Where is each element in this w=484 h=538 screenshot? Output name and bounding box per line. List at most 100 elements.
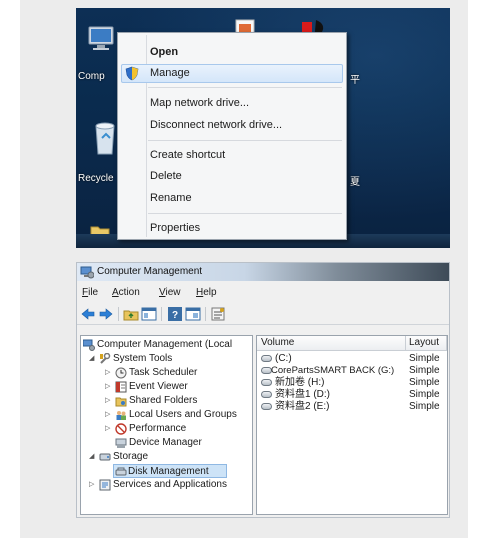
forward-arrow-icon[interactable]	[98, 306, 114, 322]
menu-item-manage[interactable]: Manage	[150, 64, 190, 82]
tree-item-shared-folders[interactable]: ▷ Shared Folders	[83, 394, 243, 408]
table-row[interactable]: (C:) Simple	[257, 353, 447, 365]
tree-item-device-manager[interactable]: Device Manager	[83, 436, 243, 450]
column-header-layout[interactable]: Layout	[409, 337, 439, 348]
menu-action[interactable]: Action	[112, 287, 140, 298]
tree-item-storage[interactable]: ◢ Storage	[83, 450, 243, 464]
back-arrow-icon[interactable]	[80, 306, 96, 322]
drive-icon	[261, 391, 272, 398]
volume-name: 资料盘1 (D:)	[275, 389, 330, 400]
tree-item-services-and-applications[interactable]: ▷ Services and Applications	[83, 478, 252, 492]
storage-icon	[99, 451, 111, 463]
tree-item-task-scheduler[interactable]: ▷ Task Scheduler	[83, 366, 243, 380]
tree-item-performance[interactable]: ▷ Performance	[83, 422, 243, 436]
tree-item-label: Task Scheduler	[129, 367, 198, 378]
menu-item-rename[interactable]: Rename	[150, 189, 192, 207]
window-title: Computer Management	[97, 266, 203, 277]
collapsed-arrow-icon[interactable]: ▷	[105, 394, 110, 408]
help-icon[interactable]: ?	[167, 306, 183, 322]
menu-item-disconnect-network-drive[interactable]: Disconnect network drive...	[150, 116, 282, 134]
menu-item-delete[interactable]: Delete	[150, 167, 182, 185]
menu-help[interactable]: Help	[196, 287, 217, 298]
performance-icon	[115, 423, 127, 435]
menu-view[interactable]: View	[159, 287, 181, 298]
menu-item-create-shortcut[interactable]: Create shortcut	[150, 146, 225, 164]
users-icon	[115, 409, 127, 421]
expanded-arrow-icon[interactable]: ◢	[89, 352, 94, 366]
console-tree: Computer Management (Local ◢ System Tool…	[80, 335, 253, 515]
menu-bar: File Action View Help	[77, 285, 449, 301]
tree-item-event-viewer[interactable]: ▷ Event Viewer	[83, 380, 243, 394]
volume-layout: Simple	[409, 377, 440, 388]
table-row[interactable]: 资料盘1 (D:) Simple	[257, 389, 447, 401]
collapsed-arrow-icon[interactable]: ▷	[89, 478, 94, 492]
up-folder-icon[interactable]	[123, 306, 139, 322]
computer-icon[interactable]	[86, 24, 116, 58]
collapsed-arrow-icon[interactable]: ▷	[105, 422, 110, 436]
toolbar-separator	[118, 307, 119, 321]
column-divider[interactable]	[446, 336, 447, 351]
table-row[interactable]: CorePartsSMART BACK (G:) Simple	[257, 365, 447, 377]
menu-label: ction	[118, 287, 140, 298]
volume-layout: Simple	[409, 401, 440, 412]
computer-management-icon	[82, 339, 95, 351]
collapsed-arrow-icon[interactable]: ▷	[105, 366, 110, 380]
menu-label: iew	[165, 287, 181, 298]
volume-name: CorePartsSMART BACK (G:)	[271, 365, 395, 376]
menu-label: ile	[88, 287, 99, 298]
tree-item-label: Disk Management	[128, 466, 209, 477]
menu-item-open[interactable]: Open	[150, 43, 178, 61]
tree-item-label: Computer Management (Local	[97, 339, 233, 350]
expanded-arrow-icon[interactable]: ◢	[89, 450, 94, 464]
services-icon	[99, 479, 111, 491]
tree-item-disk-management[interactable]: Disk Management	[113, 464, 227, 478]
tools-icon	[99, 352, 111, 365]
properties-icon[interactable]	[210, 306, 226, 322]
tree-item-label: Storage	[113, 451, 149, 462]
tree-item-label: Device Manager	[129, 437, 202, 448]
tree-item-local-users-and-groups[interactable]: ▷ Local Users and Groups	[83, 408, 252, 422]
desktop-icon-label: Recycle	[78, 173, 114, 184]
volume-name: 资料盘2 (E:)	[275, 401, 330, 412]
volume-list: Volume Layout (C:) Simple CorePartsSMART…	[256, 335, 448, 515]
table-row[interactable]: 新加卷 (H:) Simple	[257, 377, 447, 389]
recycle-bin-icon[interactable]	[92, 120, 118, 160]
column-divider[interactable]	[405, 336, 406, 351]
tree-item-label: Services and Applications	[113, 479, 227, 490]
list-header: Volume Layout	[257, 336, 447, 351]
toolbar: ?	[77, 303, 449, 325]
context-menu: Open Manage Map network drive... Disconn…	[117, 32, 347, 240]
column-header-volume[interactable]: Volume	[261, 337, 294, 348]
toolbar-separator	[205, 307, 206, 321]
collapsed-arrow-icon[interactable]: ▷	[105, 380, 110, 394]
table-row[interactable]: 资料盘2 (E:) Simple	[257, 401, 447, 413]
disk-management-icon	[115, 466, 127, 478]
tree-item-system-tools[interactable]: ◢ System Tools	[83, 352, 243, 366]
drive-icon	[261, 379, 272, 386]
drive-icon	[261, 355, 272, 362]
desktop-icon-label: Comp	[78, 71, 105, 82]
collapsed-arrow-icon[interactable]: ▷	[105, 408, 110, 422]
computer-management-icon	[80, 265, 95, 282]
desktop-icon-label: 平	[350, 75, 360, 86]
desktop-icon-label: 夏	[350, 177, 360, 188]
drive-icon	[261, 403, 272, 410]
tree-item-label: Performance	[129, 423, 187, 434]
show-hide-tree-icon[interactable]	[141, 306, 157, 322]
menu-item-properties[interactable]: Properties	[150, 219, 200, 237]
volume-name: (C:)	[275, 353, 292, 364]
toolbar-separator	[161, 307, 162, 321]
menu-separator	[148, 87, 342, 88]
svg-text:?: ?	[172, 310, 178, 321]
device-manager-icon	[115, 437, 127, 449]
desktop-screenshot: Comp Recycle 平 夏 Open Manage Map network…	[76, 8, 450, 248]
menu-file[interactable]: File	[82, 287, 98, 298]
console-icon[interactable]	[185, 306, 201, 322]
volume-name: 新加卷 (H:)	[275, 377, 325, 388]
tree-item-label: Event Viewer	[129, 381, 188, 392]
window-titlebar[interactable]: Computer Management	[77, 263, 449, 281]
menu-item-map-network-drive[interactable]: Map network drive...	[150, 94, 249, 112]
volume-layout: Simple	[409, 353, 440, 364]
shared-folder-icon	[115, 395, 127, 407]
event-viewer-icon	[115, 381, 127, 393]
